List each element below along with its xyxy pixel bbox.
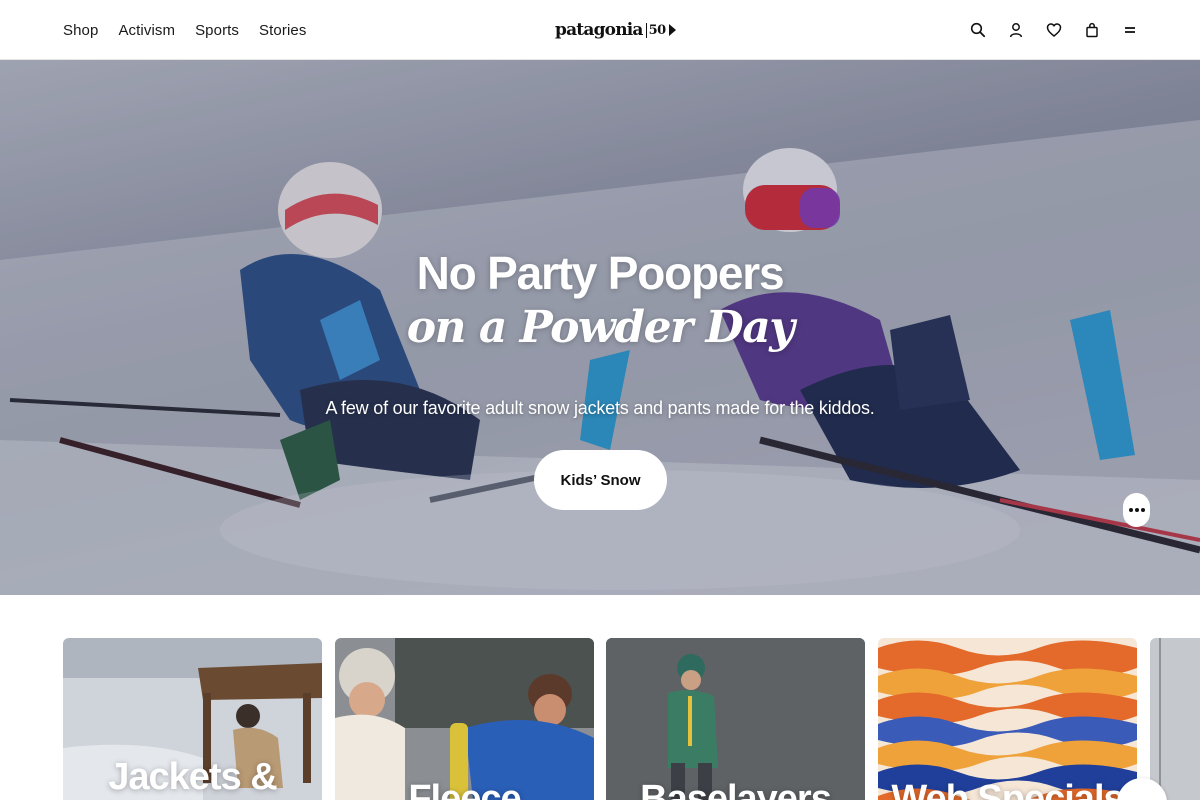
card-label-fleece: Fleece — [408, 778, 521, 800]
card-image-fleece — [335, 638, 594, 800]
hero-content: No Party Poopers on a Powder Day A few o… — [0, 60, 1200, 595]
kids-snow-button[interactable]: Kids’ Snow — [534, 450, 667, 510]
header-icons — [968, 0, 1140, 60]
bag-icon[interactable] — [1082, 20, 1102, 40]
category-card-partial[interactable] — [1150, 638, 1200, 800]
logo-badge: 50 — [645, 22, 666, 38]
main-nav: Shop Activism Sports Stories — [63, 0, 306, 60]
hero-title-line2: on a Powder Day — [406, 302, 795, 353]
card-image-web-specials — [878, 638, 1137, 800]
card-label-jackets: Jackets & — [108, 756, 277, 798]
category-card-web-specials[interactable]: Web Specials — [878, 638, 1137, 800]
category-card-jackets[interactable]: Jackets & — [63, 638, 322, 800]
card-label-web-specials: Web Specials — [891, 778, 1124, 800]
more-options-button[interactable] — [1123, 493, 1150, 527]
search-icon[interactable] — [968, 20, 988, 40]
logo-text: patagonia — [555, 20, 643, 40]
category-card-baselayers[interactable]: Baselayers — [606, 638, 865, 800]
category-carousel: Jackets & Fleece Baselayers Web Specials — [63, 638, 1200, 800]
hero-title-line1: No Party Poopers — [416, 247, 785, 299]
category-card-fleece[interactable]: Fleece — [335, 638, 594, 800]
hero-subtitle: A few of our favorite adult snow jackets… — [325, 398, 875, 418]
logo-play-icon — [668, 24, 676, 36]
nav-activism[interactable]: Activism — [118, 22, 175, 39]
menu-icon[interactable] — [1120, 20, 1140, 40]
site-header: Shop Activism Sports Stories patagonia 5… — [0, 0, 1200, 60]
card-image-partial — [1150, 638, 1200, 800]
nav-sports[interactable]: Sports — [195, 22, 239, 39]
account-icon[interactable] — [1006, 20, 1026, 40]
nav-shop[interactable]: Shop — [63, 22, 98, 39]
nav-stories[interactable]: Stories — [259, 22, 306, 39]
hero-banner: No Party Poopers on a Powder Day A few o… — [0, 60, 1200, 595]
card-label-baselayers: Baselayers — [640, 778, 832, 800]
wishlist-heart-icon[interactable] — [1044, 20, 1064, 40]
ellipsis-icon — [1128, 508, 1145, 512]
card-image-baselayers — [606, 638, 865, 800]
patagonia-logo[interactable]: patagonia 50 — [555, 19, 676, 41]
